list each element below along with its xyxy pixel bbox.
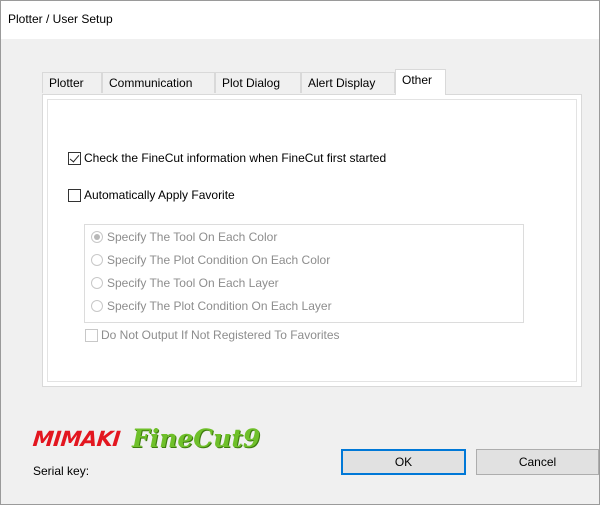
mimaki-logo-text: MIMAKI [31,427,122,451]
ok-button[interactable]: OK [341,449,466,475]
tab-other[interactable]: Other [395,69,446,95]
tab-plot-dialog[interactable]: Plot Dialog [215,72,301,93]
favorite-option-label: Specify The Plot Condition On Each Color [107,253,331,267]
dialog-window: Plotter / User Setup Plotter Communicati… [0,0,600,505]
radio-icon [91,231,103,243]
radio-icon [91,277,103,289]
favorite-option-tool-color: Specify The Tool On Each Color [91,230,277,244]
do-not-output-row: Do Not Output If Not Registered To Favor… [85,328,340,342]
do-not-output-checkbox [85,328,98,342]
favorite-option-plot-color: Specify The Plot Condition On Each Color [91,253,330,267]
window-title: Plotter / User Setup [8,12,113,26]
panel-frame: Check the FineCut information when FineC… [47,99,577,382]
favorite-option-tool-layer: Specify The Tool On Each Layer [91,276,279,290]
favorite-option-label: Specify The Tool On Each Layer [107,276,279,290]
tab-alert-display[interactable]: Alert Display [301,72,395,93]
check-finecut-info-row[interactable]: Check the FineCut information when FineC… [68,151,386,165]
favorite-option-label: Specify The Tool On Each Color [107,230,278,244]
favorite-options-group: Specify The Tool On Each Color Specify T… [84,224,524,323]
finecut-logo-text: FineCut9 [131,424,261,453]
radio-icon [91,254,103,266]
serial-key-label: Serial key: [33,464,90,478]
other-tab-panel: Check the FineCut information when FineC… [42,94,582,387]
title-bar[interactable]: Plotter / User Setup [1,1,599,39]
auto-apply-favorite-row[interactable]: Automatically Apply Favorite [68,188,235,202]
favorite-option-label: Specify The Plot Condition On Each Layer [107,299,332,313]
check-finecut-info-label[interactable]: Check the FineCut information when FineC… [84,151,386,165]
auto-apply-favorite-label[interactable]: Automatically Apply Favorite [84,188,235,202]
finecut-logo: MIMAKI FineCut9 [31,419,261,453]
cancel-button[interactable]: Cancel [476,449,599,475]
tab-plotter[interactable]: Plotter [42,72,102,93]
check-finecut-info-checkbox[interactable] [68,151,81,165]
favorite-option-plot-layer: Specify The Plot Condition On Each Layer [91,299,332,313]
tab-communication[interactable]: Communication [102,72,215,93]
radio-icon [91,300,103,312]
auto-apply-favorite-checkbox[interactable] [68,188,81,202]
do-not-output-label: Do Not Output If Not Registered To Favor… [101,328,340,342]
